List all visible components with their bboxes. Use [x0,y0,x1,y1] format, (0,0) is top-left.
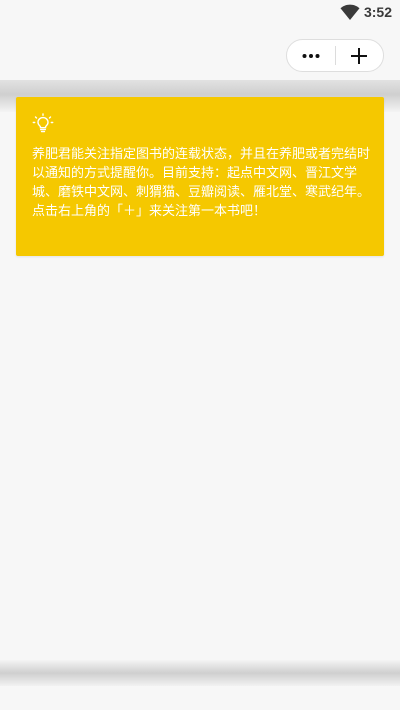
notice-text: 养肥君能关注指定图书的连载状态，并且在养肥或者完结时以通知的方式提醒你。目前支持… [32,145,372,221]
status-bar: 3:52 [0,0,400,26]
plus-icon [351,47,368,64]
notice-hint: 点击右上角的「＋」来关注第一本书吧！ [32,204,267,219]
bottom-divider-shadow [0,660,400,686]
info-notice-card: 养肥君能关注指定图书的连载状态，并且在养肥或者完结时以通知的方式提醒你。目前支持… [16,97,384,256]
more-button[interactable] [287,40,335,71]
status-time: 3:52 [363,4,392,20]
mini-program-capsule [286,39,384,72]
lightbulb-icon [32,113,54,133]
more-dots-icon [302,53,320,58]
wifi-icon [340,4,360,20]
add-book-button[interactable] [335,40,383,71]
notice-description: 养肥君能关注指定图书的连载状态，并且在养肥或者完结时以通知的方式提醒你。目前支持… [32,147,371,200]
